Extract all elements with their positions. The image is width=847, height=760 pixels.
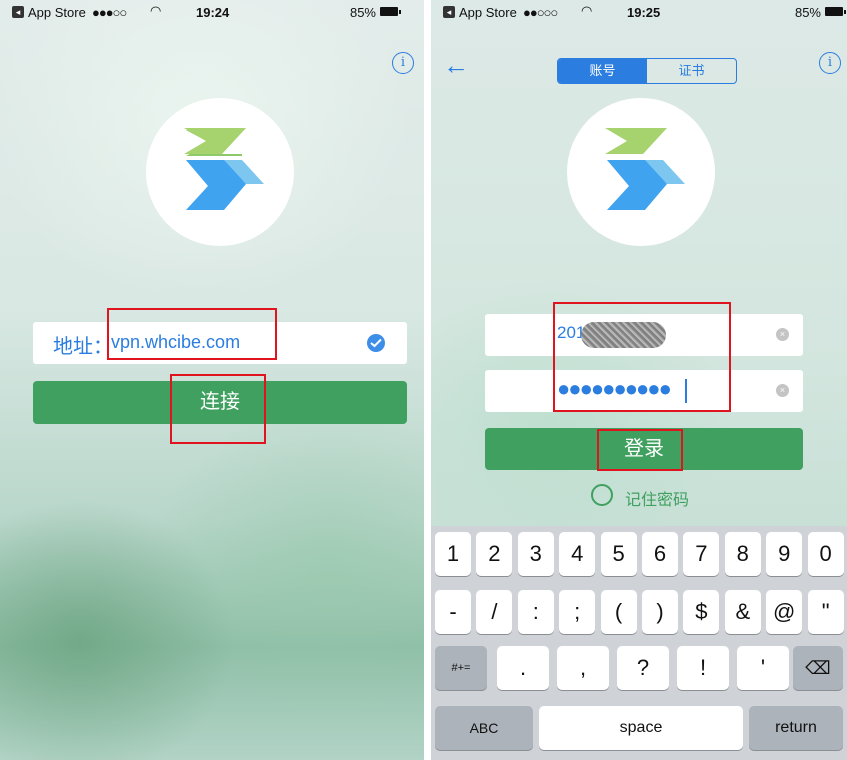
phone-right-login-screen: ◂ App Store ●●○○○ ◠ 19:25 85% ← 账号 证书 i … [431, 0, 847, 760]
key-1[interactable]: 1 [435, 532, 471, 576]
key-symbol-5[interactable]: ) [642, 590, 678, 634]
divider [424, 0, 431, 760]
wifi-icon: ◠ [150, 3, 162, 18]
clear-password-icon[interactable]: × [776, 384, 789, 397]
key-9[interactable]: 9 [766, 532, 803, 576]
logo-chevron-icon [605, 128, 685, 210]
login-type-segment: 账号 证书 [557, 58, 737, 84]
key-punct-3[interactable]: ! [677, 646, 729, 690]
tab-account[interactable]: 账号 [558, 59, 647, 83]
battery-percent: 85% [349, 5, 376, 20]
password-value: ●●●●●●●●●● [557, 376, 672, 401]
key-8[interactable]: 8 [724, 532, 761, 576]
address-label: 地址： [53, 336, 113, 358]
key-symbol-2[interactable]: : [517, 590, 554, 634]
key-punct-0[interactable]: . [497, 646, 549, 690]
username-input[interactable]: 201 × [485, 314, 803, 356]
back-to-app-icon[interactable]: ◂ [12, 6, 24, 18]
key-punct-1[interactable]: , [557, 646, 609, 690]
key-4[interactable]: 4 [559, 532, 596, 576]
info-icon[interactable]: i [819, 52, 841, 74]
back-arrow-icon[interactable]: ← [443, 52, 469, 78]
key-3[interactable]: 3 [517, 532, 554, 576]
key-symbol-6[interactable]: $ [683, 590, 720, 634]
battery-icon [380, 7, 401, 16]
key-symbol-7[interactable]: & [724, 590, 761, 634]
status-bar: ◂ App Store ●●○○○ ◠ 19:25 85% [431, 0, 847, 26]
address-value: vpn.whcibe.com [111, 332, 241, 352]
key-7[interactable]: 7 [683, 532, 720, 576]
status-carrier: App Store [28, 5, 86, 20]
remember-password-label: 记住密码 [625, 492, 690, 509]
key-punct-4[interactable]: ' [737, 646, 789, 690]
connect-button[interactable]: 连接 [33, 381, 407, 424]
back-to-app-icon[interactable]: ◂ [443, 6, 455, 18]
wifi-icon: ◠ [581, 3, 593, 18]
status-time: 19:25 [627, 5, 661, 20]
key-space[interactable]: space [539, 706, 743, 750]
key-symbol-9[interactable]: " [807, 590, 844, 634]
clear-username-icon[interactable]: × [776, 328, 789, 341]
signal-icon: ●●○○○ [523, 5, 558, 20]
status-bar: ◂ App Store ●●●○○ ◠ 19:24 85% [0, 0, 424, 26]
key-symbol-8[interactable]: @ [766, 590, 803, 634]
key-punct-2[interactable]: ? [617, 646, 669, 690]
key-symbols[interactable]: #+= [435, 646, 487, 690]
remember-password-checkbox[interactable] [591, 484, 613, 506]
battery-percent: 85% [794, 5, 821, 20]
key-6[interactable]: 6 [642, 532, 678, 576]
key-return[interactable]: return [749, 706, 843, 750]
battery-icon [825, 7, 846, 16]
phone-left-address-screen: ◂ App Store ●●●○○ ◠ 19:24 85% i 地址： vpn.… [0, 0, 424, 760]
screenshot: ◂ App Store ●●●○○ ◠ 19:24 85% i 地址： vpn.… [0, 0, 847, 760]
status-carrier: App Store [459, 5, 517, 20]
key-symbol-3[interactable]: ; [559, 590, 596, 634]
key-backspace-icon[interactable]: ⌫ [793, 646, 843, 690]
key-abc[interactable]: ABC [435, 706, 533, 750]
app-logo [567, 98, 715, 246]
tab-certificate[interactable]: 证书 [647, 59, 736, 83]
key-symbol-4[interactable]: ( [600, 590, 637, 634]
dropdown-check-icon[interactable] [367, 334, 385, 352]
text-caret [685, 379, 687, 403]
app-logo [146, 98, 294, 246]
info-icon[interactable]: i [392, 52, 414, 74]
signal-icon: ●●●○○ [92, 5, 127, 20]
username-redaction-icon [581, 322, 666, 348]
key-symbol-1[interactable]: / [476, 590, 513, 634]
address-input[interactable]: 地址： vpn.whcibe.com [33, 322, 407, 364]
login-button[interactable]: 登录 [485, 428, 803, 470]
key-5[interactable]: 5 [600, 532, 637, 576]
password-input[interactable]: ●●●●●●●●●● × [485, 370, 803, 412]
system-keyboard: 1234567890 - /:;() $ & @ " #+= .,?! ' ⌫ ABC sp… [431, 526, 847, 760]
key-2[interactable]: 2 [476, 532, 513, 576]
logo-chevron-icon [184, 128, 264, 210]
key-symbol-0[interactable]: - [435, 590, 471, 634]
key-10[interactable]: 0 [807, 532, 844, 576]
status-time: 19:24 [196, 5, 230, 20]
